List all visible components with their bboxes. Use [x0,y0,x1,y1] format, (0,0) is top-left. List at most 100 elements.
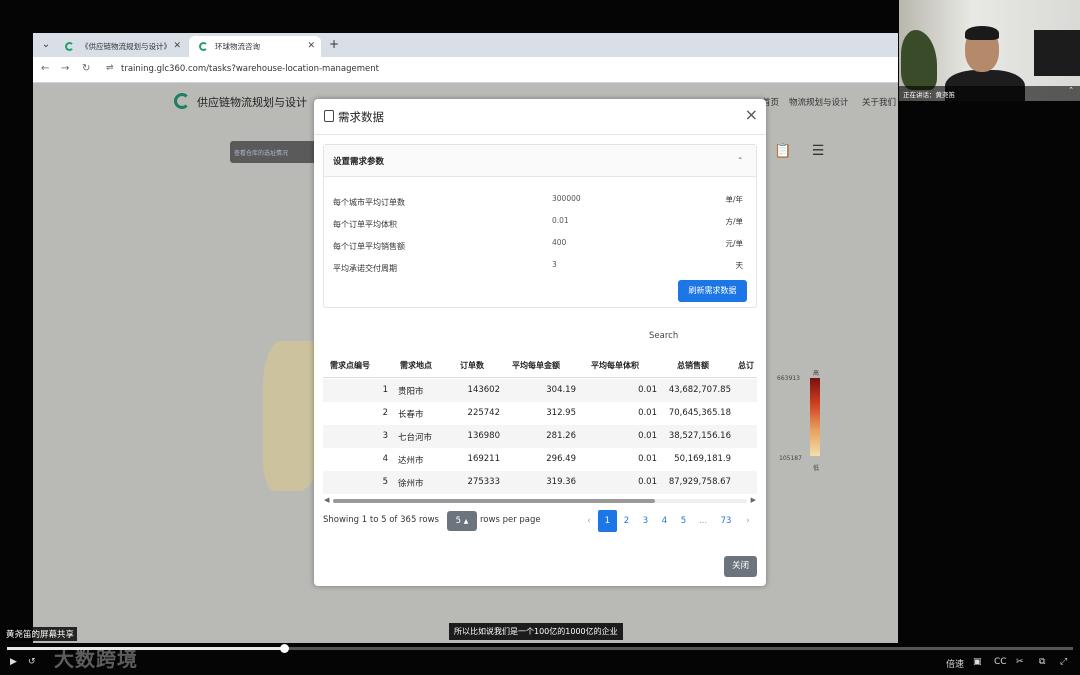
settings-sliders-icon[interactable]: ☰ [809,142,827,160]
horizontal-scrollbar[interactable]: ◀ ▶ [323,496,757,505]
play-icon[interactable]: ▶ [10,657,17,667]
refresh-demand-button[interactable]: 刷新需求数据 [678,280,747,302]
pagination-info: Showing 1 to 5 of 365 rows [323,515,439,525]
speed-button[interactable]: 倍速 [946,657,964,670]
cell-avg-volume: 0.01 [638,385,657,395]
monitor [1034,30,1080,76]
progress-fill [7,647,285,650]
site-info-icon[interactable]: ⇌ [106,63,114,73]
param-value-input[interactable]: 0.01 [552,216,569,225]
rows-per-page-label: rows per page [480,515,541,525]
modal-header: 需求数据 × [314,99,766,135]
close-button[interactable]: 关闭 [724,556,757,577]
clipboard-icon [324,110,334,122]
table-row[interactable]: 5 徐州市 275333 319.36 0.01 87,929,758.67 [323,471,757,494]
param-unit: 元/单 [725,239,743,248]
column-header[interactable]: 订单数 [460,360,484,371]
cell-total-sales: 70,645,365.18 [668,408,731,418]
search-input[interactable]: Search [649,331,678,341]
cell-avg-volume: 0.01 [638,477,657,487]
cell-city: 七台河市 [398,433,433,443]
tab-bar: ⌄ 《供应链物流规划与设计》 ✕ 环球物流咨询 ✕ + [33,33,898,57]
demand-table: 需求点编号 需求地点 订单数 平均每单金额 平均每单体积 总销售额 总订 1 贵… [323,352,757,494]
cell-avg-amount: 319.36 [546,477,576,487]
param-value-input[interactable]: 300000 [552,194,581,203]
forward-icon[interactable]: → [61,63,69,74]
page-73[interactable]: 73 [713,510,739,532]
close-icon[interactable]: ✕ [307,36,315,57]
tab-consulting[interactable]: 环球物流咨询 ✕ [189,36,321,57]
column-header[interactable]: 平均每单金额 [512,360,560,371]
page-2[interactable]: 2 [617,510,636,532]
page-size-value: 5 [455,516,462,526]
panel-header[interactable]: 设置需求参数 - [324,145,756,177]
close-icon[interactable]: × [745,106,758,124]
column-header[interactable]: 总销售额 [677,360,709,371]
param-row: 每个订单平均体积 0.01 方/单 [324,215,756,235]
site-title: 供应链物流规划与设计 [197,96,307,109]
legend-max: 663913 [777,375,800,382]
page-size-dropdown[interactable]: 5 ▲ [447,511,477,531]
param-value-input[interactable]: 3 [552,260,557,269]
nav-planning[interactable]: 物流规划与设计 [789,96,849,108]
replay-icon[interactable]: ↺ [28,657,36,667]
chevron-up-icon[interactable]: ⌃ [1068,86,1074,94]
scroll-right-icon[interactable]: ▶ [751,496,756,504]
tab-course[interactable]: 《供应链物流规划与设计》 ✕ [55,36,187,57]
demand-data-modal: 需求数据 × 设置需求参数 - 每个城市平均订单数 300000 单/年 每个订… [314,99,766,586]
speaking-text: 正在讲话：黄尧笛 [903,91,955,99]
column-header[interactable]: 平均每单体积 [591,360,639,371]
table-row[interactable]: 1 贵阳市 143602 304.19 0.01 43,682,707.85 [323,379,757,402]
tab-label: 环球物流咨询 [215,42,260,51]
color-legend-bar [810,378,820,456]
page-prev[interactable]: ‹ [580,510,598,532]
clip-icon[interactable]: ✂ [1016,657,1024,667]
new-tab-icon[interactable]: + [329,37,339,51]
param-row: 每个订单平均销售额 400 元/单 [324,237,756,257]
fullscreen-icon[interactable]: ⤢ [1060,657,1067,667]
scroll-left-icon[interactable]: ◀ [324,496,329,504]
captions-icon[interactable]: CC [994,657,1007,667]
site-favicon-icon [65,42,74,51]
scroll-thumb[interactable] [333,499,655,503]
page-4[interactable]: 4 [655,510,674,532]
collapse-toggle[interactable]: - [738,153,742,164]
cell-avg-amount: 296.49 [546,454,576,464]
cell-id: 1 [382,385,388,395]
param-label: 每个订单平均体积 [333,220,397,229]
cell-id: 5 [382,477,388,487]
view-warehouse-button[interactable]: 查看仓库的选址情况 [230,141,320,163]
cell-orders: 136980 [467,431,500,441]
table-row[interactable]: 3 七台河市 136980 281.26 0.01 38,527,156.16 [323,425,757,448]
param-unit: 方/单 [725,217,743,226]
pip-icon[interactable]: ▣ [973,657,982,667]
column-header[interactable]: 总订 [738,360,754,371]
param-value-input[interactable]: 400 [552,238,566,247]
column-header[interactable]: 需求点编号 [330,360,370,371]
site-logo-icon [174,93,190,109]
clipboard-icon[interactable]: 📋 [774,142,792,160]
caret-up-icon: ▲ [463,518,469,525]
back-icon[interactable]: ← [41,63,49,74]
subtitle: 所以比如说我们是一个100亿的1000亿的企业 [449,623,623,640]
page-1[interactable]: 1 [598,510,617,532]
cell-id: 3 [382,431,388,441]
page-ellipsis: ... [698,516,708,526]
page-next[interactable]: › [739,510,757,532]
column-header[interactable]: 需求地点 [400,360,432,371]
cell-orders: 275333 [467,477,500,487]
progress-knob[interactable] [280,644,290,653]
tab-list-icon[interactable]: ⌄ [39,38,53,52]
close-icon[interactable]: ✕ [173,36,181,57]
page-3[interactable]: 3 [636,510,655,532]
url-field[interactable]: training.glc360.com/tasks?warehouse-loca… [121,64,379,74]
speaker-webcam: 正在讲话：黄尧笛 ⌃ [899,0,1080,101]
reload-icon[interactable]: ↻ [82,63,90,74]
nav-about[interactable]: 关于我们 [862,96,896,108]
table-row[interactable]: 4 达州市 169211 296.49 0.01 50,169,181.9 [323,448,757,471]
table-row[interactable]: 2 长春市 225742 312.95 0.01 70,645,365.18 [323,402,757,425]
cell-total-sales: 50,169,181.9 [674,454,731,464]
progress-bar[interactable] [7,647,1073,650]
page-5[interactable]: 5 [674,510,693,532]
miniplayer-icon[interactable]: ⧉ [1039,657,1045,667]
